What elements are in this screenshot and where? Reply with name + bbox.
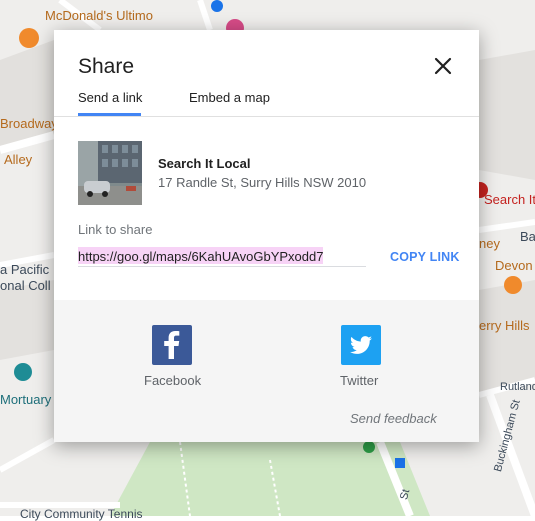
share-link-input[interactable] bbox=[78, 246, 366, 267]
tab-send-a-link[interactable]: Send a link bbox=[78, 90, 142, 105]
twitter-label[interactable]: Twitter bbox=[340, 373, 378, 388]
facebook-icon[interactable] bbox=[152, 325, 192, 365]
place-name: Search It Local bbox=[158, 156, 251, 171]
map-label-city-tennis: City Community Tennis bbox=[20, 507, 143, 521]
share-dialog: Share Send a link Embed a map Search It … bbox=[54, 30, 479, 442]
map-label-erry-hills: erry Hills bbox=[479, 318, 530, 333]
map-label-mortuary[interactable]: Mortuary bbox=[0, 392, 51, 407]
send-feedback-link[interactable]: Send feedback bbox=[350, 411, 437, 426]
twitter-icon[interactable] bbox=[341, 325, 381, 365]
map-label-alley: Alley bbox=[4, 152, 33, 167]
map-label-mcdonalds[interactable]: McDonald's Ultimo bbox=[45, 8, 153, 23]
map-label-rutland: Rutland bbox=[500, 381, 535, 393]
tabs-divider bbox=[54, 116, 479, 117]
map-label-ba: Ba bbox=[520, 229, 535, 244]
facebook-label[interactable]: Facebook bbox=[144, 373, 201, 388]
dialog-title: Share bbox=[78, 55, 135, 78]
place-address: 17 Randle St, Surry Hills NSW 2010 bbox=[158, 175, 367, 190]
map-label-pacific: a Pacific bbox=[0, 262, 50, 277]
map-label-devon[interactable]: Devon bbox=[495, 258, 533, 273]
tab-embed-a-map[interactable]: Embed a map bbox=[189, 90, 270, 105]
link-to-share-label: Link to share bbox=[78, 222, 153, 237]
map-label-onal-coll: onal Coll bbox=[0, 278, 51, 293]
social-share-section: Facebook Twitter Send feedback bbox=[54, 300, 479, 442]
close-icon[interactable] bbox=[431, 54, 455, 78]
place-thumbnail bbox=[78, 141, 142, 205]
map-label-broadway: Broadway bbox=[0, 116, 58, 131]
copy-link-button[interactable]: COPY LINK bbox=[390, 250, 460, 264]
map-label-ney: ney bbox=[479, 236, 500, 251]
map-label-search-it[interactable]: Search It bbox=[484, 192, 535, 207]
